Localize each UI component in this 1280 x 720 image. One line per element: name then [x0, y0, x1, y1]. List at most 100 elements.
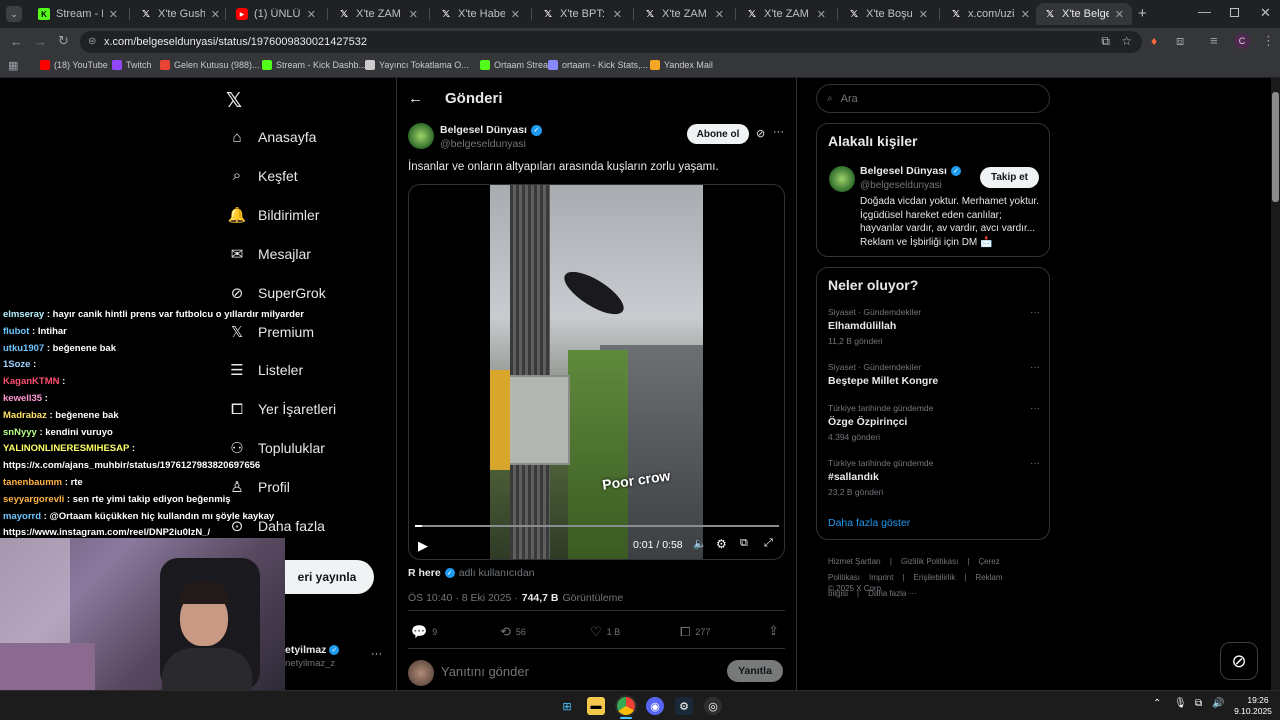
- browser-tab[interactable]: 𝕏x.com/uzi1yil/ ✕: [942, 3, 1038, 25]
- more-dots-icon[interactable]: ···: [1030, 458, 1040, 469]
- speaker-icon[interactable]: 🔊: [1212, 698, 1224, 709]
- close-tab-icon[interactable]: ✕: [1115, 8, 1124, 21]
- tray-chevron-icon[interactable]: ⌃: [1153, 698, 1161, 709]
- more-dots-icon[interactable]: ···: [773, 126, 784, 138]
- sidebar-item-home[interactable]: ⌂ Anasayfa: [228, 128, 316, 146]
- trend-item[interactable]: Türkiye tarihinde gündemde Özge Özpirinçc…: [828, 403, 1040, 442]
- browser-tab[interactable]: 𝕏 X'te ZAM Habe ✕: [738, 3, 834, 25]
- reading-list-icon[interactable]: ≡: [1210, 33, 1218, 48]
- menu-kebab-icon[interactable]: ⋮: [1262, 33, 1275, 49]
- subscribe-button[interactable]: Abone ol: [687, 124, 749, 144]
- minimize-button[interactable]: —: [1198, 4, 1211, 19]
- via-name[interactable]: R here: [408, 567, 441, 579]
- steam-icon[interactable]: ⚙: [675, 697, 693, 715]
- sidebar-item-search[interactable]: ⌕ Keşfet: [228, 167, 298, 185]
- trend-item[interactable]: Siyaset · Gündemdekiler Elhamdülillah 11,2…: [828, 307, 1040, 346]
- author-name[interactable]: Belgesel Dünyası: [440, 124, 527, 136]
- related-avatar[interactable]: [829, 166, 855, 192]
- profile-avatar[interactable]: C: [1234, 33, 1250, 49]
- sidebar-item-mail[interactable]: ✉ Mesajlar: [228, 245, 311, 263]
- back-arrow-icon[interactable]: ←: [408, 90, 423, 107]
- more-dots-icon[interactable]: ···: [1030, 307, 1040, 318]
- post-timestamp[interactable]: ÖS 10:40 · 8 Eki 2025 ·: [408, 592, 518, 604]
- grok-icon[interactable]: ⊘: [756, 127, 765, 140]
- scrollbar-thumb[interactable]: [1272, 92, 1279, 202]
- extensions-puzzle-icon[interactable]: ⧈: [1176, 33, 1184, 49]
- bookmark-item[interactable]: Gelen Kutusu (988)...: [160, 60, 260, 70]
- clock-date[interactable]: 9.10.2025: [1230, 706, 1276, 716]
- video-progress-track[interactable]: [415, 525, 779, 527]
- star-icon[interactable]: ☆: [1121, 34, 1132, 48]
- reply-input[interactable]: Yanıtını gönder: [441, 664, 529, 679]
- obs-icon[interactable]: ◎: [704, 697, 722, 715]
- bookmark-item[interactable]: Yandex Mail: [650, 60, 713, 70]
- back-arrow-icon[interactable]: ←: [10, 34, 23, 49]
- video-player[interactable]: Poor crow ▶ 0:01 / 0:58 🔈 ⚙ ⧉ ⤢: [408, 184, 785, 560]
- chrome-icon[interactable]: [617, 697, 635, 715]
- more-dots-icon[interactable]: ···: [1030, 403, 1040, 414]
- grok-float-button[interactable]: ⊘: [1220, 642, 1258, 680]
- address-bar[interactable]: ⊜ x.com/belgeseldunyasi/status/197600983…: [80, 31, 1142, 53]
- sidebar-item-person[interactable]: ♙ Profil: [228, 478, 290, 496]
- close-tab-icon[interactable]: ✕: [109, 8, 118, 21]
- browser-tab[interactable]: K Stream - Kick D ✕: [30, 3, 126, 25]
- footer-link[interactable]: Imprint: [869, 573, 893, 582]
- settings-gear-icon[interactable]: ⚙: [716, 537, 727, 551]
- author-avatar[interactable]: [408, 123, 434, 149]
- close-tab-icon[interactable]: ✕: [409, 8, 418, 21]
- sidebar-item-bell[interactable]: 🔔 Bildirimler: [228, 206, 320, 224]
- scrollbar-track[interactable]: [1271, 78, 1280, 690]
- close-tab-icon[interactable]: ✕: [307, 8, 316, 21]
- search-box[interactable]: ⌕ Ara: [816, 84, 1050, 113]
- account-switcher[interactable]: etyilmaz ✓ netyilmaz_z ···: [285, 644, 385, 674]
- like-action[interactable]: ♡ 1 B: [590, 624, 620, 640]
- windows-start-icon[interactable]: ⊞: [558, 697, 576, 715]
- volume-icon[interactable]: 🔈: [693, 537, 707, 550]
- trend-item[interactable]: Siyaset · Gündemdekiler Beştepe Millet Ko…: [828, 362, 1040, 387]
- fullscreen-icon[interactable]: ⤢: [764, 537, 773, 550]
- bookmark-action[interactable]: ⧠ 277: [680, 624, 710, 640]
- reply-button[interactable]: Yanıtla: [727, 660, 783, 682]
- browser-tab[interactable]: 𝕏 X'te Haber: "Ka ✕: [432, 3, 528, 25]
- bookmark-item[interactable]: ortaam - Kick Stats,...: [548, 60, 648, 70]
- sidebar-item-communities[interactable]: ⚇ Topluluklar: [228, 439, 325, 457]
- show-more-link[interactable]: Daha fazla göster: [828, 517, 910, 529]
- browser-tab[interactable]: ▶ (1) ÜNLÜLERE ✕: [228, 3, 324, 25]
- related-name[interactable]: Belgesel Dünyası: [860, 165, 947, 177]
- footer-link[interactable]: Erişilebilirlik: [914, 573, 956, 582]
- bookmark-item[interactable]: Ortaam Stream: [480, 60, 556, 70]
- more-dots-icon[interactable]: ···: [1030, 362, 1040, 373]
- footer-link[interactable]: Gizlilik Politikası: [901, 557, 958, 566]
- repost-action[interactable]: ⟲ 56: [500, 624, 526, 640]
- clock-time[interactable]: 19:26: [1240, 695, 1276, 705]
- close-tab-icon[interactable]: ✕: [1021, 8, 1030, 21]
- browser-tab[interactable]: 𝕏 X'te ZAM Habe ✕: [636, 3, 732, 25]
- close-tab-icon[interactable]: ✕: [613, 8, 622, 21]
- reply-action[interactable]: 💬 9: [411, 624, 437, 640]
- share-icon[interactable]: ⇪: [768, 623, 779, 639]
- browser-tab[interactable]: 𝕏 X'te ZAM Habe ✕: [330, 3, 426, 25]
- reload-icon[interactable]: ↻: [58, 33, 69, 49]
- microphone-icon[interactable]: 🎙: [1174, 698, 1187, 709]
- bookmark-item[interactable]: (18) YouTube: [40, 60, 108, 70]
- sidebar-item-bookmark[interactable]: ⧠ Yer İşaretleri: [228, 400, 336, 418]
- author-handle[interactable]: @belgeseldunyasi: [440, 138, 526, 150]
- browser-tab[interactable]: 𝕏 X'te Belgesel D ✕: [1036, 3, 1132, 25]
- install-app-icon[interactable]: ⧉: [1101, 34, 1110, 49]
- x-logo-icon[interactable]: 𝕏: [226, 88, 242, 113]
- browser-tab[interactable]: 𝕏 X'te BPT: "Bir g ✕: [534, 3, 630, 25]
- close-tab-icon[interactable]: ✕: [511, 8, 520, 21]
- play-icon[interactable]: ▶: [418, 538, 428, 554]
- forward-arrow-icon[interactable]: →: [34, 34, 47, 49]
- site-info-icon[interactable]: ⊜: [88, 36, 96, 47]
- close-window-button[interactable]: ✕: [1260, 5, 1271, 21]
- discord-icon[interactable]: ◉: [646, 697, 664, 715]
- picture-in-picture-icon[interactable]: ⧉: [740, 537, 748, 550]
- file-explorer-icon[interactable]: ▬: [587, 697, 605, 715]
- trend-item[interactable]: Türkiye tarihinde gündemde #sallandık 23,2…: [828, 458, 1040, 497]
- sidebar-item-x[interactable]: 𝕏 Premium: [228, 323, 314, 341]
- bookmark-item[interactable]: Yayıncı Tokatlama O...: [365, 60, 469, 70]
- network-icon[interactable]: ⧉: [1195, 698, 1202, 709]
- close-tab-icon[interactable]: ✕: [211, 8, 220, 21]
- follow-button[interactable]: Takip et: [980, 167, 1039, 188]
